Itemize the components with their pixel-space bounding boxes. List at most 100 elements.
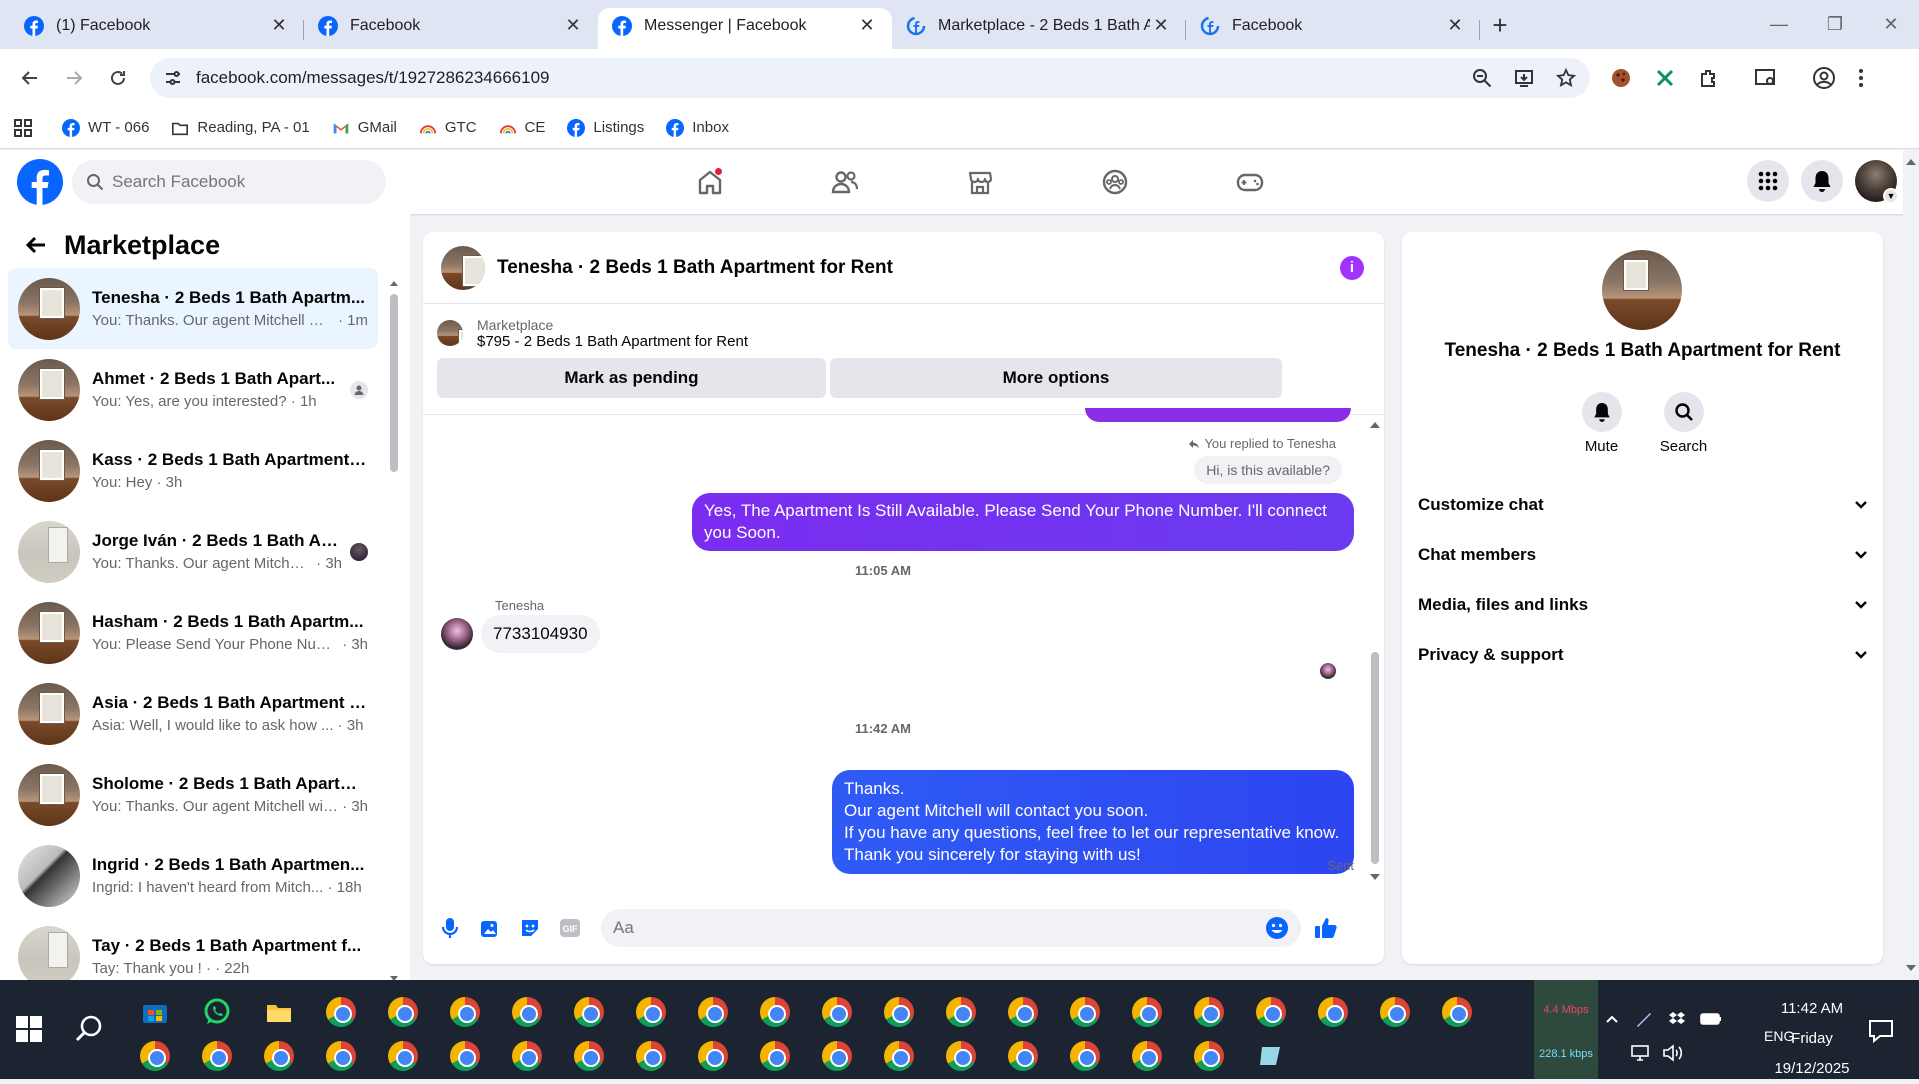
browser-menu-icon[interactable] — [1858, 67, 1864, 89]
taskbar-chrome-window[interactable] — [136, 1037, 174, 1075]
chat-list-item[interactable]: Hasham · 2 Beds 1 Bath Apartm... You: Ple… — [8, 592, 378, 673]
message-input-box[interactable] — [601, 909, 1301, 947]
taskbar-chrome-window[interactable] — [818, 1037, 856, 1075]
browser-tab[interactable]: Facebook ✕ — [304, 8, 598, 49]
bookmark-item[interactable]: Listings — [567, 118, 644, 137]
reload-button[interactable] — [100, 60, 136, 96]
more-options-button[interactable]: More options — [830, 358, 1282, 398]
taskbar-chrome-window[interactable] — [508, 993, 546, 1031]
tab-search-icon[interactable] — [1754, 67, 1778, 89]
taskbar-chrome-window[interactable] — [508, 1037, 546, 1075]
taskbar-store[interactable] — [136, 993, 174, 1031]
bookmark-item[interactable]: GTC — [419, 119, 477, 137]
account-avatar[interactable]: ▼ — [1855, 160, 1899, 204]
taskbar-chrome-window[interactable] — [694, 993, 732, 1031]
message-input[interactable] — [613, 918, 1265, 938]
search-button[interactable]: Search — [1657, 392, 1711, 455]
bookmark-item[interactable]: CE — [499, 119, 545, 137]
scroll-up-icon[interactable] — [1368, 420, 1382, 430]
chat-list-item[interactable]: Asia · 2 Beds 1 Bath Apartment f... Asia:… — [8, 673, 378, 754]
taskbar-chrome-window[interactable] — [1190, 993, 1228, 1031]
close-icon[interactable]: ✕ — [856, 15, 878, 37]
scrollbar-thumb[interactable] — [390, 294, 398, 472]
close-icon[interactable]: ✕ — [268, 15, 290, 37]
close-icon[interactable]: ✕ — [562, 15, 584, 37]
taskbar-search-icon[interactable] — [74, 1014, 104, 1044]
bookmark-star-icon[interactable] — [1556, 68, 1576, 88]
reply-message-bubble[interactable]: Yes, The Apartment Is Still Available. P… — [692, 493, 1354, 551]
translate-extension-icon[interactable] — [1654, 67, 1676, 89]
browser-tab[interactable]: Marketplace - 2 Beds 1 Bath Ap ✕ — [892, 8, 1186, 49]
taskbar-chrome-window[interactable] — [1128, 1037, 1166, 1075]
sticker-button[interactable] — [517, 915, 543, 941]
notifications-button[interactable] — [1801, 160, 1843, 202]
message-thread-scrollbar[interactable] — [1368, 416, 1382, 882]
taskbar-chrome-window[interactable] — [198, 1037, 236, 1075]
taskbar-chrome-window[interactable] — [260, 1037, 298, 1075]
taskbar-chrome-window[interactable] — [384, 1037, 422, 1075]
nav-marketplace[interactable] — [912, 150, 1047, 214]
browser-tab[interactable]: Facebook ✕ — [1186, 8, 1480, 49]
facebook-search[interactable] — [72, 160, 386, 204]
taskbar-chrome-window[interactable] — [570, 1037, 608, 1075]
taskbar-chrome-window[interactable] — [1314, 993, 1352, 1031]
back-button[interactable] — [12, 60, 48, 96]
taskbar-chrome-window[interactable] — [1252, 993, 1290, 1031]
voice-clip-button[interactable] — [437, 915, 463, 941]
chat-list-item[interactable]: Jorge Iván · 2 Beds 1 Bath Apa... You: Th… — [8, 511, 378, 592]
nav-friends[interactable] — [777, 150, 912, 214]
taskbar-chrome-window[interactable] — [818, 993, 856, 1031]
windows-start-icon[interactable] — [14, 1014, 44, 1044]
taskbar-chrome-window[interactable] — [942, 1037, 980, 1075]
chat-list-item[interactable]: Sholome · 2 Beds 1 Bath Apartm... You: Th… — [8, 754, 378, 835]
system-clock[interactable]: 11:42 AM Friday 19/12/2025 — [1752, 994, 1872, 1084]
scroll-up-icon[interactable] — [388, 278, 400, 288]
install-app-icon[interactable] — [1514, 68, 1534, 88]
nav-gaming[interactable] — [1182, 150, 1317, 214]
taskbar-whatsapp[interactable] — [198, 993, 236, 1031]
nav-home[interactable] — [642, 150, 777, 214]
gif-button[interactable]: GIF — [557, 915, 583, 941]
taskbar-chrome-window[interactable] — [1066, 1037, 1104, 1075]
mark-as-pending-button[interactable]: Mark as pending — [437, 358, 826, 398]
taskbar-chrome-window[interactable] — [1376, 993, 1414, 1031]
conversation-title[interactable]: Tenesha · 2 Beds 1 Bath Apartment for Re… — [497, 257, 1340, 279]
conversation-avatar[interactable] — [441, 245, 485, 290]
chat-list-scrollbar[interactable] — [388, 274, 400, 981]
taskbar-chrome-window[interactable] — [756, 1037, 794, 1075]
battery-icon[interactable] — [1700, 1012, 1722, 1026]
facebook-logo-icon[interactable] — [17, 159, 63, 205]
taskbar-chrome-window[interactable] — [1190, 1037, 1228, 1075]
scroll-up-icon[interactable] — [1903, 156, 1919, 168]
browser-tab[interactable]: (1) Facebook ✕ — [10, 8, 304, 49]
taskbar-chrome-window[interactable] — [942, 993, 980, 1031]
info-section-row[interactable]: Privacy & support — [1418, 630, 1867, 680]
dropbox-icon[interactable] — [1668, 1011, 1686, 1027]
facebook-search-input[interactable] — [112, 172, 352, 192]
taskbar-chrome-window[interactable] — [1066, 993, 1104, 1031]
taskbar-chrome-window[interactable] — [322, 993, 360, 1031]
nav-groups[interactable] — [1047, 150, 1182, 214]
outgoing-message-bubble[interactable]: Thanks. Our agent Mitchell will contact y… — [832, 770, 1354, 874]
listing-thumbnail[interactable] — [437, 320, 463, 346]
taskbar-chrome-window[interactable] — [384, 993, 422, 1031]
quoted-message[interactable]: Hi, is this available? — [1194, 456, 1342, 484]
action-circle[interactable] — [1581, 392, 1622, 432]
profile-icon[interactable] — [1812, 66, 1836, 90]
close-icon[interactable]: ✕ — [1150, 15, 1172, 37]
taskbar-chrome-window[interactable] — [632, 1037, 670, 1075]
scroll-down-icon[interactable] — [1903, 962, 1919, 974]
taskbar-notes[interactable] — [1252, 1037, 1290, 1075]
taskbar-chrome-window[interactable] — [694, 1037, 732, 1075]
close-icon[interactable]: ✕ — [1444, 15, 1466, 37]
info-section-row[interactable]: Chat members — [1418, 530, 1867, 580]
taskbar-chrome-window[interactable] — [570, 993, 608, 1031]
volume-icon[interactable] — [1662, 1044, 1684, 1062]
taskbar-chrome-window[interactable] — [446, 993, 484, 1031]
cookie-extension-icon[interactable] — [1610, 67, 1632, 89]
network-icon[interactable] — [1630, 1044, 1650, 1062]
info-button[interactable]: i — [1340, 255, 1364, 280]
info-section-row[interactable]: Media, files and links — [1418, 580, 1867, 630]
incoming-message-bubble[interactable]: 7733104930 — [481, 615, 600, 653]
taskbar-chrome-window[interactable] — [756, 993, 794, 1031]
